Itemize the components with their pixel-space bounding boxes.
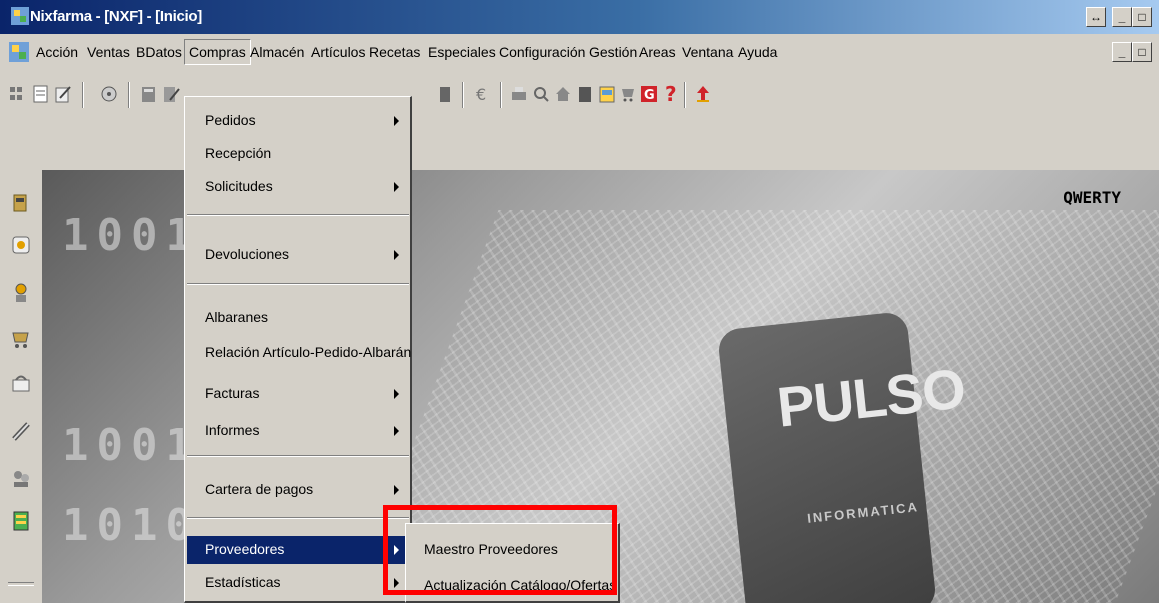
menu-separator [187, 283, 409, 285]
background-digits: 1001 [62, 210, 200, 261]
menu-bar: Acción Ventas BDatos Compras Almacén Art… [0, 34, 1159, 71]
cash-icon[interactable] [10, 192, 32, 214]
svg-text:?: ? [665, 84, 677, 104]
menu-almacen[interactable]: Almacén [250, 44, 304, 60]
toolbar-separator [128, 82, 130, 108]
cart-icon[interactable] [620, 84, 638, 104]
maximize-button[interactable]: □ [1132, 7, 1152, 27]
menu-item-label: Pedidos [205, 112, 256, 128]
menu-ventana[interactable]: Ventana [682, 44, 733, 60]
submenu-arrow-icon [394, 116, 399, 126]
schedule-icon[interactable] [598, 84, 616, 104]
book-edit-icon[interactable] [162, 84, 180, 104]
toolbar-separator [82, 82, 84, 108]
people-icon[interactable] [10, 468, 32, 490]
menu-ventas[interactable]: Ventas [87, 44, 130, 60]
register-icon[interactable] [10, 510, 32, 532]
menu-item-label: Informes [205, 422, 260, 438]
mdi-restore-button[interactable]: □ [1132, 42, 1152, 62]
menu-item-label: Albaranes [205, 309, 269, 325]
menu-item-informes[interactable]: Informes [187, 417, 409, 445]
highlight-annotation [383, 505, 617, 595]
menu-item-label: Cartera de pagos [205, 481, 314, 497]
menu-item-label: Devoluciones [205, 246, 290, 262]
menu-separator [187, 455, 409, 457]
menu-item-label: Proveedores [205, 541, 285, 557]
pen-icon[interactable] [10, 420, 32, 442]
form-icon[interactable] [32, 84, 50, 104]
restore-small-icon[interactable]: ↔ [1086, 7, 1106, 27]
toolbar: € G ? [0, 70, 1159, 170]
print-icon[interactable] [510, 84, 528, 104]
sidebar-separator [8, 582, 34, 586]
brand-chip [716, 310, 938, 603]
menu-item-label: Relación Artículo-Pedido-Albarán [205, 344, 412, 360]
cart-icon[interactable] [10, 328, 32, 350]
book-icon[interactable] [140, 84, 158, 104]
menu-item-solicitudes[interactable]: Solicitudes [187, 173, 409, 201]
mdi-minimize-button[interactable]: _ [1112, 42, 1132, 62]
menu-item-facturas[interactable]: Facturas [187, 380, 409, 408]
submenu-arrow-icon [394, 250, 399, 260]
card-icon[interactable] [10, 234, 32, 256]
menu-gestion[interactable]: Gestión [589, 44, 637, 60]
toolbar-separator [462, 82, 464, 108]
menu-compras[interactable]: Compras [184, 39, 251, 65]
block-icon[interactable] [576, 84, 594, 104]
submenu-arrow-icon [394, 389, 399, 399]
compras-menu: Pedidos Recepción Solicitudes Devolucion… [184, 96, 412, 603]
menu-item-recepcion[interactable]: Recepción [187, 140, 409, 168]
document-icon[interactable] [8, 41, 30, 63]
user-label: QWERTY [1063, 188, 1121, 207]
menu-especiales[interactable]: Especiales [428, 44, 496, 60]
menu-item-label: Recepción [205, 145, 272, 161]
minimize-button[interactable]: _ [1112, 7, 1132, 27]
toolbar-separator [684, 82, 686, 108]
window-title: Nixfarma - [NXF] - [Inicio] [30, 8, 202, 25]
window-title-bar[interactable]: Nixfarma - [NXF] - [Inicio] ↔ _ □ [0, 0, 1159, 34]
menu-item-relacion-articulo[interactable]: Relación Artículo-Pedido-Albarán [187, 339, 412, 367]
tools-icon[interactable] [436, 84, 454, 104]
background-digits: 1010 [62, 500, 200, 551]
menu-accion[interactable]: Acción [36, 44, 78, 60]
submenu-arrow-icon [394, 485, 399, 495]
svg-text:G: G [644, 88, 655, 103]
menu-item-label: Solicitudes [205, 178, 273, 194]
sidebar [0, 170, 42, 603]
help-icon[interactable]: ? [662, 84, 680, 104]
app-icon [11, 7, 29, 25]
grid-icon[interactable] [8, 84, 26, 104]
menu-item-devoluciones[interactable]: Devoluciones [187, 241, 409, 269]
home-icon[interactable] [554, 84, 572, 104]
disk-icon[interactable] [100, 84, 118, 104]
toolbar-separator [500, 82, 502, 108]
svg-text:€: € [476, 85, 486, 104]
menu-articulos[interactable]: Artículos [311, 44, 365, 60]
menu-item-pedidos[interactable]: Pedidos [187, 107, 409, 135]
menu-item-estadisticas[interactable]: Estadísticas [187, 569, 409, 597]
search-icon[interactable] [532, 84, 550, 104]
up-icon[interactable] [694, 84, 712, 104]
menu-recetas[interactable]: Recetas [369, 44, 420, 60]
menu-item-cartera-pagos[interactable]: Cartera de pagos [187, 476, 409, 504]
menu-item-label: Facturas [205, 385, 260, 401]
basket-icon[interactable] [10, 372, 32, 394]
menu-item-albaranes[interactable]: Albaranes [187, 304, 409, 332]
person-icon[interactable] [10, 282, 32, 304]
menu-bdatos[interactable]: BDatos [136, 44, 182, 60]
submenu-arrow-icon [394, 426, 399, 436]
menu-configuracion[interactable]: Configuración [499, 44, 585, 60]
euro-icon[interactable]: € [474, 84, 492, 104]
g-icon[interactable]: G [640, 84, 658, 104]
menu-item-proveedores[interactable]: Proveedores [187, 536, 409, 564]
menu-areas[interactable]: Areas [639, 44, 676, 60]
edit-icon[interactable] [54, 84, 72, 104]
menu-separator [187, 214, 409, 216]
menu-ayuda[interactable]: Ayuda [738, 44, 777, 60]
menu-item-label: Estadísticas [205, 574, 281, 590]
submenu-arrow-icon [394, 182, 399, 192]
menu-separator [187, 517, 409, 519]
background-digits: 1001 [62, 420, 200, 471]
